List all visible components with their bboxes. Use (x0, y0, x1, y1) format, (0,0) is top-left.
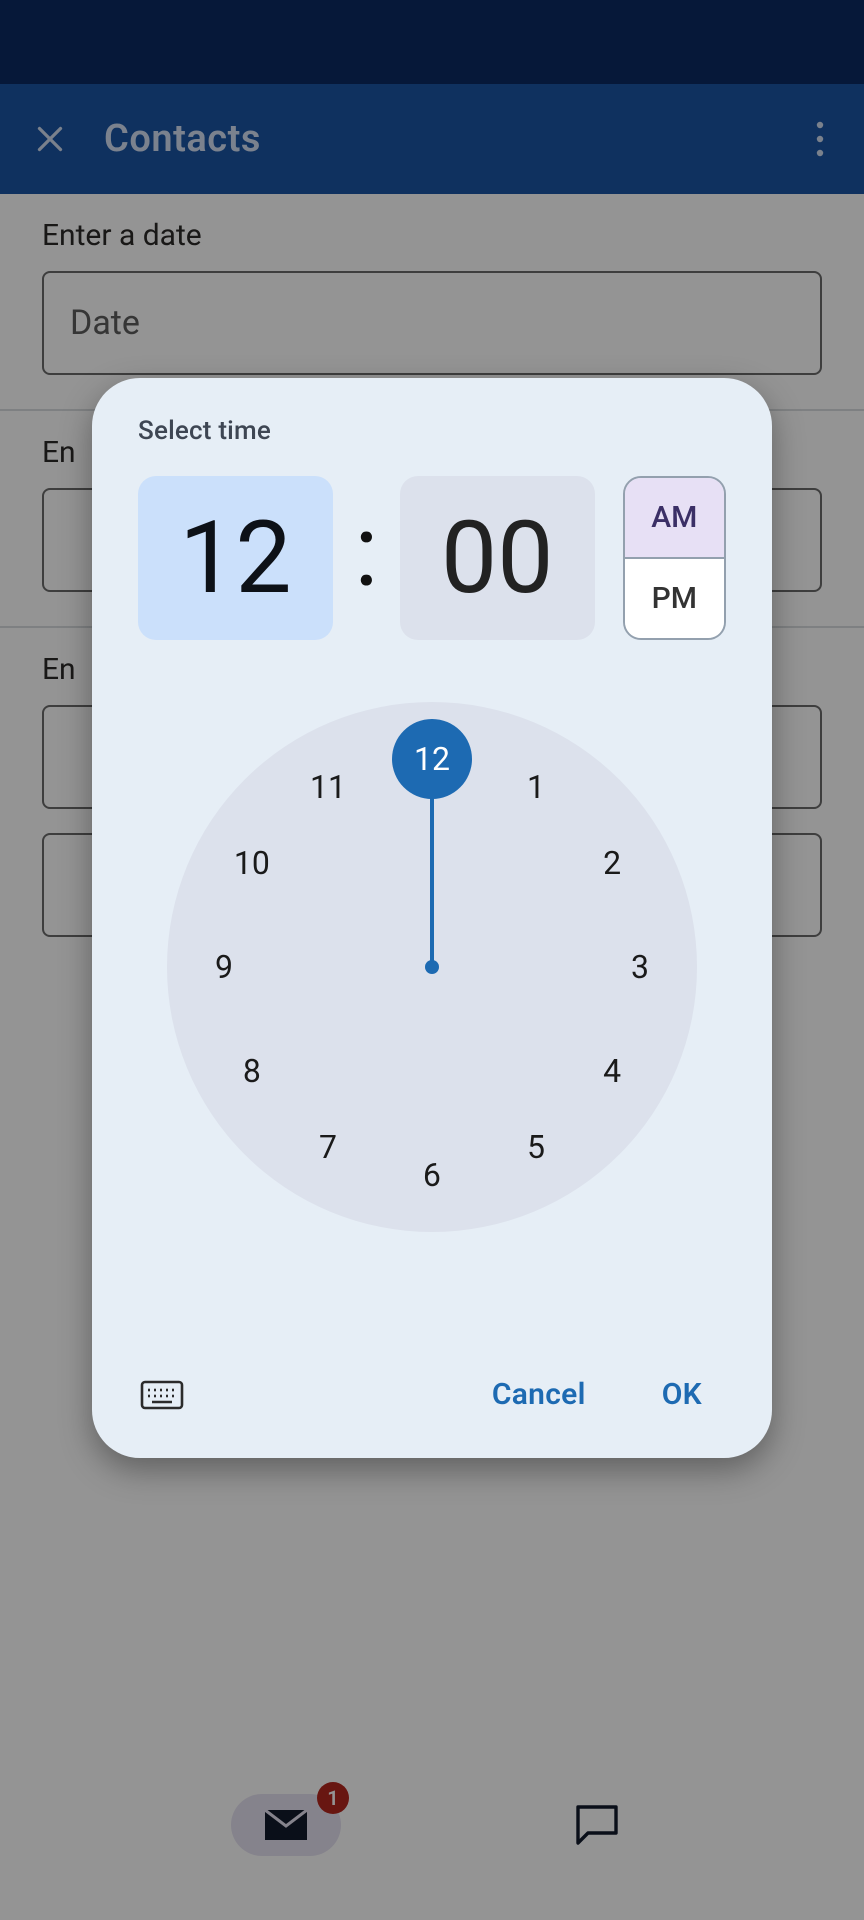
clock-center (425, 960, 439, 974)
ok-button[interactable]: OK (638, 1363, 726, 1426)
clock-hour-8[interactable]: 8 (222, 1041, 282, 1101)
minute-field[interactable]: 00 (400, 476, 595, 640)
dialog-title: Select time (138, 416, 726, 446)
time-colon: : (347, 502, 386, 602)
ampm-toggle: AM PM (623, 476, 726, 640)
clock-face[interactable]: 12 12 3 45678 9 10 11 (167, 702, 697, 1232)
clock-hour-5[interactable]: 5 (506, 1117, 566, 1177)
time-display-row: 12 : 00 AM PM (138, 476, 726, 640)
clock-hour-3[interactable]: 3 (610, 937, 670, 997)
pm-button[interactable]: PM (625, 559, 724, 638)
clock-wrap: 12 12 3 45678 9 10 11 (138, 702, 726, 1325)
keyboard-icon[interactable] (138, 1371, 186, 1419)
am-button[interactable]: AM (625, 478, 724, 559)
hour-field[interactable]: 12 (138, 476, 333, 640)
clock-hour-4[interactable]: 4 (582, 1041, 642, 1101)
clock-hour-12[interactable]: 12 (402, 729, 462, 789)
dialog-actions: Cancel OK (138, 1325, 726, 1426)
clock-hour-10[interactable]: 10 (222, 833, 282, 893)
time-picker-dialog: Select time 12 : 00 AM PM 12123456789101… (92, 378, 772, 1458)
clock-hour-6[interactable]: 6 (402, 1145, 462, 1205)
clock-hour-11[interactable]: 11 (298, 757, 358, 817)
clock-hour-7[interactable]: 7 (298, 1117, 358, 1177)
clock-hour-2[interactable]: 2 (582, 833, 642, 893)
clock-hour-1[interactable]: 1 (506, 757, 566, 817)
clock-hour-9[interactable]: 9 (194, 937, 254, 997)
cancel-button[interactable]: Cancel (468, 1363, 610, 1426)
